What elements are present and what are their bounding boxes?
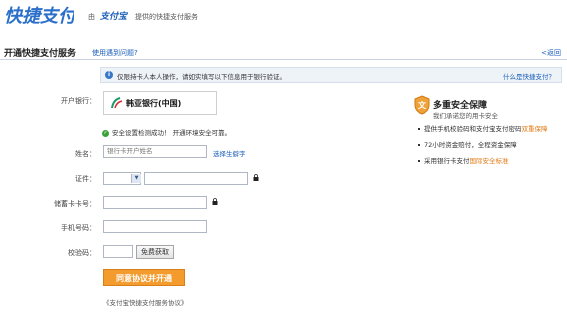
id-number-input[interactable] [144,172,248,185]
phone-input[interactable] [103,220,207,233]
bank-label: 开户银行： [61,97,96,105]
verify-code-label: 校验码： [68,249,96,257]
security-check-status: ✓ 安全设置检测成功！ 开通环境安全可靠。 [102,127,231,137]
alipay-text: 支付宝 [100,11,129,21]
hana-bank-logo-icon [111,97,123,109]
agree-and-open-button[interactable]: 同意协议并开通 [103,269,185,286]
agreement-link[interactable]: 《支付宝快捷支付服务协议》 [103,297,188,307]
shield-icon: 文 [414,95,430,115]
header-divider [0,59,567,60]
bank-name: 韩亚银行(中国) [126,99,182,108]
id-label: 证件： [75,175,96,183]
name-label: 姓名： [75,150,96,158]
page-title: 开通快捷支付服务 [4,49,77,59]
rare-char-link[interactable]: 选择生僻字 [213,148,246,158]
security-text: 安全设置检测成功！ 开通环境安全可靠。 [112,129,232,137]
chevron-down-icon[interactable]: ▼ [131,174,141,183]
bullet-icon [418,128,420,130]
bullet-icon [418,144,420,146]
notice-bar: i 仅限持卡人本人操作，请如实填写以下信息用于银行验证。 什么是快捷支付？ [100,67,562,83]
help-link[interactable]: 使用遇到问题? [92,48,138,58]
lock-icon [253,174,259,181]
get-code-button[interactable]: 免费获取 [136,245,174,259]
card-number-label: 储蓄卡卡号： [54,200,96,208]
verify-code-input[interactable] [103,245,133,258]
bullet-icon [418,160,420,162]
notice-text: 仅限持卡人本人操作，请如实填写以下信息用于银行验证。 [117,73,286,81]
brand-by-text: 由 [88,13,95,21]
id-type-select[interactable]: ▼ [103,172,141,185]
list-item: 提供手机校验码和支付宝支付密码双重保障 [418,123,548,133]
check-icon: ✓ [102,129,109,137]
card-number-input[interactable] [103,196,207,209]
phone-label: 手机号码： [61,224,96,232]
logo-text: 快捷支付 [4,6,74,26]
alipay-logo: 支付宝 [100,11,129,21]
kuaijie-logo: 快捷支付 [4,6,74,26]
what-is-kuaijie-link[interactable]: 什么是快捷支付？ [503,71,555,81]
list-item: 采用银行卡支付国际安全标准 [418,155,548,165]
security-list: 提供手机校验码和支付宝支付密码双重保障 72小时资金赔付，全程资金保障 采用银行… [418,123,548,171]
lock-icon [212,198,218,205]
back-link[interactable]: <返回 [541,48,561,58]
info-icon: i [105,71,113,79]
name-input[interactable] [103,145,207,158]
brand-description: 提供的快捷支付服务 [135,13,198,21]
list-item: 72小时资金赔付，全程资金保障 [418,139,548,149]
security-subtitle: 我们承诺您的用卡安全 [433,112,498,120]
svg-text:文: 文 [418,100,427,110]
bank-display: 韩亚银行(中国) [103,91,217,115]
